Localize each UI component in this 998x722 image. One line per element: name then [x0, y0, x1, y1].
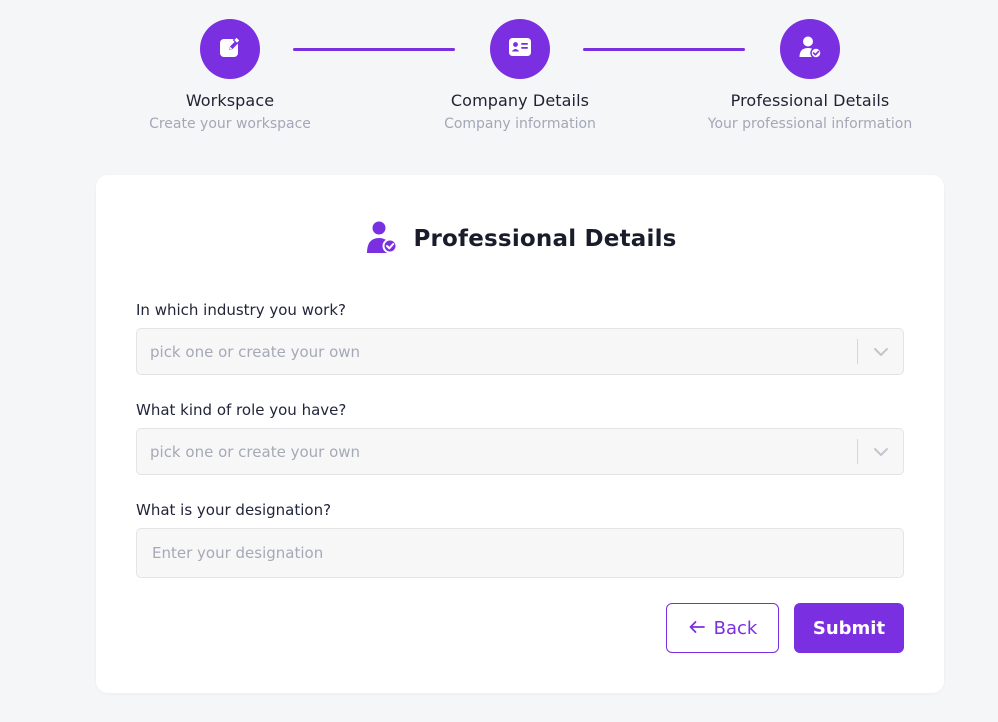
step-professional-circle[interactable] [780, 19, 840, 79]
step-company-circle[interactable] [490, 19, 550, 79]
role-select[interactable]: pick one or create your own [136, 428, 904, 475]
designation-label: What is your designation? [136, 501, 332, 519]
industry-label: In which industry you work? [136, 301, 346, 319]
industry-select-placeholder: pick one or create your own [150, 342, 361, 361]
step-connector-1 [293, 48, 455, 51]
step-company-title: Company Details [450, 91, 590, 110]
step-connector-2 [583, 48, 745, 51]
arrow-left-icon [688, 619, 706, 638]
user-check-icon [363, 219, 399, 259]
chevron-down-icon[interactable] [858, 429, 903, 474]
id-card-icon [507, 34, 533, 64]
card-header: Professional Details [96, 219, 944, 259]
submit-button-label: Submit [812, 617, 886, 639]
professional-details-card: Professional Details In which industry y… [96, 175, 944, 693]
step-workspace-circle[interactable] [200, 19, 260, 79]
step-workspace-subtitle: Create your workspace [149, 116, 311, 132]
chevron-down-icon[interactable] [858, 329, 903, 374]
role-select-placeholder: pick one or create your own [150, 442, 361, 461]
user-check-icon [797, 34, 823, 64]
step-workspace-title: Workspace [185, 91, 275, 110]
role-label: What kind of role you have? [136, 401, 347, 419]
submit-button[interactable]: Submit [794, 603, 904, 653]
step-professional-subtitle: Your professional information [707, 116, 913, 132]
card-title: Professional Details [413, 226, 677, 252]
back-button-label: Back [713, 617, 758, 639]
step-professional-title: Professional Details [730, 91, 890, 110]
designation-input[interactable] [136, 528, 904, 578]
step-company-subtitle: Company information [444, 116, 596, 132]
back-button[interactable]: Back [666, 603, 779, 653]
industry-select[interactable]: pick one or create your own [136, 328, 904, 375]
stepper: Workspace Create your workspace Company … [0, 0, 998, 150]
edit-icon [217, 34, 243, 64]
